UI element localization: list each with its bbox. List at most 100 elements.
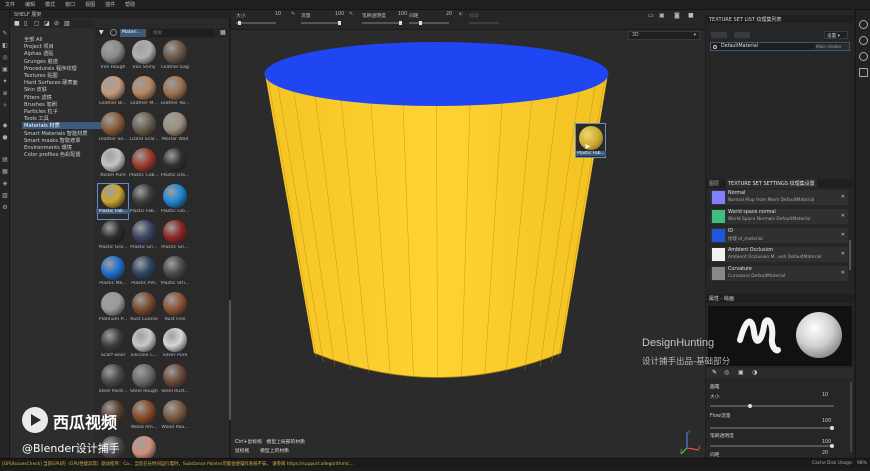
shelf-category[interactable]: Smart Materials 智能材质 bbox=[24, 130, 88, 137]
material-thumbnail[interactable]: Leather Ro... bbox=[160, 76, 190, 111]
color-picker-icon[interactable]: ● bbox=[1, 134, 9, 142]
menu-help[interactable]: 帮助 bbox=[120, 0, 140, 8]
picker-icon[interactable]: ✧ bbox=[1, 102, 9, 110]
material-thumbnail[interactable]: Lizard Scal... bbox=[129, 112, 159, 147]
tsl-button-b[interactable] bbox=[734, 32, 750, 38]
material-thumbnail[interactable]: Wood Am... bbox=[129, 400, 159, 435]
shelf-category[interactable]: Alphas 透贴 bbox=[24, 50, 53, 57]
menu-file[interactable]: 文件 bbox=[0, 0, 20, 8]
prop-flow-value[interactable]: 100 bbox=[822, 419, 831, 424]
filter-icon[interactable]: ▼ bbox=[99, 29, 104, 36]
projection-icon[interactable]: ◎ bbox=[1, 54, 9, 62]
jitter-slider[interactable] bbox=[469, 22, 499, 24]
mesh-map-row[interactable]: Normal Normal Map from Mesh DefaultMateri… bbox=[710, 190, 848, 205]
shelf-category[interactable]: Skin 皮肤 bbox=[24, 86, 47, 93]
spacing-value[interactable]: 20 bbox=[446, 12, 452, 17]
material-thumbnail[interactable]: Plastic Gra... bbox=[98, 220, 128, 255]
material-thumbnail[interactable]: Plastic Dia... bbox=[160, 148, 190, 183]
mesh-map-row[interactable]: World space normal World Space Normals De… bbox=[710, 209, 848, 224]
material-thumbnail[interactable]: Plastic Glo... bbox=[160, 184, 190, 219]
material-thumbnail[interactable]: Scarf wool bbox=[98, 328, 128, 363]
polygon-fill-icon[interactable]: ◆ bbox=[1, 122, 9, 130]
close-icon[interactable]: ✕ bbox=[841, 270, 845, 276]
alpha-tab-icon[interactable]: ◎ bbox=[724, 369, 729, 376]
material-thumbnail[interactable]: Silicone C... bbox=[129, 328, 159, 363]
size-value[interactable]: 10 bbox=[275, 12, 281, 17]
material-thumbnail[interactable]: Leather Bi... bbox=[98, 76, 128, 111]
mesh-map-row[interactable]: Curvature Curvature DefaultMaterial ✕ bbox=[710, 266, 848, 281]
shader-select[interactable]: Main shader bbox=[815, 44, 849, 50]
video-icon[interactable]: ■ bbox=[688, 12, 694, 19]
material-thumbnail[interactable]: Platinum P... bbox=[98, 292, 128, 327]
prop-opacity-slider[interactable] bbox=[710, 444, 834, 448]
eraser-icon[interactable]: ◧ bbox=[1, 42, 9, 50]
material-thumbnail[interactable]: Leather So... bbox=[98, 112, 128, 147]
prop-spacing-value[interactable]: 20 bbox=[822, 451, 828, 456]
size-pen-icon[interactable]: ✎ bbox=[291, 12, 295, 17]
material-thumbnail[interactable]: Rust Fine bbox=[160, 292, 190, 327]
grid-view-icon[interactable]: ▦ bbox=[220, 29, 226, 36]
shelf-category[interactable]: Particles 粒子 bbox=[24, 108, 58, 115]
shelf-category[interactable]: Project 项目 bbox=[24, 43, 54, 50]
mesh-map-row[interactable]: Ambient Occlusion Ambient Occlusion M...e… bbox=[710, 247, 848, 262]
tsl-button-a[interactable] bbox=[711, 32, 727, 38]
copy-icon[interactable]: ◪ bbox=[44, 20, 50, 27]
menu-mode[interactable]: 模式 bbox=[40, 0, 60, 8]
paint-brush-icon[interactable]: ✎ bbox=[1, 30, 9, 38]
display-icon[interactable] bbox=[859, 52, 868, 61]
material-thumbnail[interactable]: Plastic Gri... bbox=[129, 220, 159, 255]
new-shelf-icon[interactable]: ▢ bbox=[34, 20, 40, 27]
shelf-category[interactable]: Tools 工具 bbox=[24, 115, 49, 122]
new-folder-icon[interactable]: ■ bbox=[14, 20, 20, 27]
material-thumbnail[interactable]: Leather bag bbox=[160, 40, 190, 75]
material-thumbnail[interactable]: Plastic Stri... bbox=[160, 256, 190, 291]
tsl-settings-select[interactable]: 设置 ▾ bbox=[824, 31, 848, 39]
material-thumbnail[interactable]: Steel Rough bbox=[129, 364, 159, 399]
menu-view[interactable]: 视图 bbox=[80, 0, 100, 8]
dragged-material[interactable]: Plastic Fab... bbox=[575, 123, 606, 158]
material-thumbnail[interactable]: Iron Rough bbox=[98, 40, 128, 75]
shelf-category[interactable]: Hard Surfaces 硬表面 bbox=[24, 79, 78, 86]
material-thumbnail[interactable]: Plastic Ma... bbox=[98, 256, 128, 291]
material-thumbnail[interactable]: Leather M... bbox=[129, 76, 159, 111]
material-thumbnail[interactable]: Mortar Wall bbox=[160, 112, 190, 147]
material-thumbnail[interactable]: Steel Paint... bbox=[98, 364, 128, 399]
texture-set-row[interactable]: DefaultMaterial Main shader bbox=[710, 42, 850, 51]
prop-size-value[interactable]: 10 bbox=[822, 393, 828, 398]
screenshot-icon[interactable]: ◙ bbox=[674, 12, 680, 19]
tss-scrollbar[interactable] bbox=[849, 240, 851, 270]
size-slider[interactable] bbox=[236, 21, 276, 25]
flow-pen-icon[interactable]: ✎ bbox=[349, 12, 353, 17]
material-thumbnail[interactable]: Iron Shiny bbox=[129, 40, 159, 75]
close-icon[interactable]: ✕ bbox=[841, 232, 845, 238]
material-thumbnail[interactable]: Wood Rou... bbox=[160, 400, 190, 435]
properties-scrollbar[interactable] bbox=[850, 382, 852, 452]
opacity-value[interactable]: 100 bbox=[398, 12, 407, 17]
tab-layers[interactable]: 图层 bbox=[709, 180, 719, 187]
hide-icon[interactable]: ⊘ bbox=[54, 20, 59, 27]
shelf-category[interactable]: Brushes 笔刷 bbox=[24, 101, 57, 108]
close-icon[interactable]: ✕ bbox=[841, 251, 845, 257]
clear-filter-icon[interactable] bbox=[110, 29, 117, 36]
brush-tab-icon[interactable]: ✎ bbox=[712, 369, 717, 376]
shelf-category[interactable]: Procedurals 程序纹理 bbox=[24, 65, 77, 72]
prop-size-slider[interactable] bbox=[710, 404, 834, 408]
smudge-icon[interactable]: ✦ bbox=[1, 78, 9, 86]
display-settings-icon[interactable]: ▤ bbox=[1, 156, 9, 164]
shelf-category[interactable]: Materials 材质 bbox=[22, 122, 102, 130]
shelf-search-input[interactable]: 搜索 bbox=[150, 29, 214, 37]
menu-edit[interactable]: 编辑 bbox=[20, 0, 40, 8]
material-thumbnail[interactable]: Nickel Pure bbox=[98, 148, 128, 183]
material-thumbnail[interactable]: Silver Pure bbox=[160, 328, 190, 363]
geometry-mask-icon[interactable]: ▣ bbox=[1, 66, 9, 74]
prop-flow-slider[interactable] bbox=[710, 426, 834, 430]
filter-tag-chip[interactable]: Materi... bbox=[120, 29, 146, 37]
shelf-category[interactable]: Color profiles 色彩配置 bbox=[24, 151, 81, 158]
mesh-map-row[interactable]: ID 纹理 id_material ✕ bbox=[710, 228, 848, 243]
viewport[interactable]: 大小 10 ✎ 流量 100 ✎ 笔刷透明度 100 间距 20 ◐ 抖动 ▭ … bbox=[231, 10, 705, 458]
material-thumbnail[interactable]: Steel Rust... bbox=[160, 364, 190, 399]
shelf-category[interactable]: Smart masks 智能遮罩 bbox=[24, 137, 80, 144]
material-thumbnail[interactable]: Rust Coarse bbox=[129, 292, 159, 327]
texture-set-radio[interactable] bbox=[713, 45, 717, 49]
history-icon[interactable] bbox=[859, 36, 868, 45]
